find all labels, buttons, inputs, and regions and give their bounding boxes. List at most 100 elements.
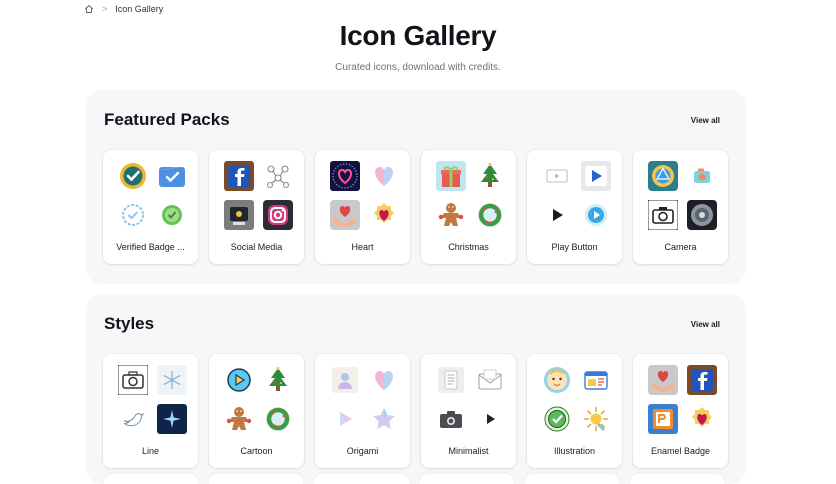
pack-grid: Verified Badge ... Social Media Heart Chris… <box>103 150 728 264</box>
card-edge <box>104 474 199 484</box>
pack-label: Illustration <box>553 446 596 456</box>
pack-thumbnails <box>433 158 507 232</box>
wreath-icon <box>260 401 295 436</box>
neon-heart-icon <box>327 158 362 193</box>
play-tile-icon <box>578 158 613 193</box>
pack-card[interactable]: Illustration <box>527 354 622 468</box>
gift-icon <box>433 158 468 193</box>
check-illus-icon <box>539 401 574 436</box>
webcam-icon <box>221 197 256 232</box>
pack-label: Cartoon <box>240 446 273 456</box>
styles-section: Styles View all Line Cartoon Origami Minima… <box>86 294 746 484</box>
camera-app-icon <box>684 158 719 193</box>
pack-label: Camera <box>664 242 697 252</box>
breadcrumb-current[interactable]: Icon Gallery <box>115 4 163 14</box>
christmas-tree-icon <box>260 362 295 397</box>
pack-card[interactable]: Origami <box>315 354 410 468</box>
pack-thumbnails <box>115 158 189 232</box>
card-edge <box>209 474 304 484</box>
hands-heart-icon <box>327 197 362 232</box>
camera-line-icon <box>115 362 150 397</box>
card-edge <box>314 474 409 484</box>
featured-packs-section: Featured Packs View all Verified Badge .… <box>86 90 746 284</box>
sparkle-icon <box>154 401 189 436</box>
star-origami-icon <box>366 401 401 436</box>
home-icon[interactable] <box>84 4 94 14</box>
facebook-icon <box>221 158 256 193</box>
verified-badge-icon <box>115 158 150 193</box>
gingerbread-icon <box>433 197 468 232</box>
pack-label: Social Media <box>230 242 283 252</box>
pastel-heart-icon <box>366 362 401 397</box>
view-all-link[interactable]: View all <box>691 320 720 329</box>
pack-thumbnails <box>433 362 507 436</box>
play-cartoon-icon <box>221 362 256 397</box>
page-subtitle: Curated icons, download with credits. <box>335 62 501 73</box>
pack-label: Origami <box>346 446 379 456</box>
pack-label: Verified Badge ... <box>116 242 185 252</box>
hands-heart-icon <box>645 362 680 397</box>
check-circle-icon <box>115 197 150 232</box>
play-origami-icon <box>327 401 362 436</box>
pack-label: Christmas <box>448 242 489 252</box>
heart-badge-icon <box>684 401 719 436</box>
presentation-icon <box>645 401 680 436</box>
pack-thumbnails <box>645 158 719 232</box>
document-icon <box>433 362 468 397</box>
breadcrumb: > Icon Gallery <box>84 4 163 14</box>
lens-icon <box>645 158 680 193</box>
section-title: Featured Packs <box>104 110 230 129</box>
christmas-tree-icon <box>472 158 507 193</box>
mail-icon <box>472 362 507 397</box>
shutter-icon <box>684 197 719 232</box>
pack-card[interactable]: Social Media <box>209 150 304 264</box>
camera-outline-icon <box>645 197 680 232</box>
pack-thumbnails <box>645 362 719 436</box>
pack-label: Minimalist <box>448 446 489 456</box>
pack-thumbnails <box>539 362 613 436</box>
check-badge-icon <box>154 197 189 232</box>
view-all-link[interactable]: View all <box>691 116 720 125</box>
pack-card[interactable]: Line <box>103 354 198 468</box>
pack-card[interactable]: Camera <box>633 150 728 264</box>
pack-card[interactable]: Verified Badge ... <box>103 150 198 264</box>
card-edge <box>629 474 725 484</box>
play-min-icon <box>472 401 507 436</box>
breadcrumb-separator: > <box>102 4 108 14</box>
pack-card[interactable]: Christmas <box>421 150 516 264</box>
facebook-icon <box>684 362 719 397</box>
pack-thumbnails <box>221 362 295 436</box>
window-icon <box>578 362 613 397</box>
pack-card[interactable]: Play Button <box>527 150 622 264</box>
pack-card[interactable]: Minimalist <box>421 354 516 468</box>
snowflake-icon <box>154 362 189 397</box>
pack-thumbnails <box>115 362 189 436</box>
play-icon <box>539 197 574 232</box>
pack-label: Play Button <box>551 242 598 252</box>
pack-card[interactable]: Cartoon <box>209 354 304 468</box>
pack-card[interactable]: Heart <box>315 150 410 264</box>
pack-thumbnails <box>327 362 401 436</box>
page-title: Icon Gallery <box>339 20 497 51</box>
sun-icon <box>578 401 613 436</box>
card-edge <box>524 474 619 484</box>
pack-card[interactable]: Enamel Badge <box>633 354 728 468</box>
pack-thumbnails <box>221 158 295 232</box>
heart-badge-icon <box>366 197 401 232</box>
pack-label: Heart <box>351 242 374 252</box>
pack-grid: Line Cartoon Origami Minimalist Illustration… <box>103 354 728 468</box>
instagram-icon <box>260 197 295 232</box>
pack-label: Enamel Badge <box>650 446 711 456</box>
video-play-icon <box>539 158 574 193</box>
camera-min-icon <box>433 401 468 436</box>
section-title: Styles <box>104 314 155 333</box>
pastel-heart-icon <box>366 158 401 193</box>
play-circle-icon <box>578 197 613 232</box>
bird-icon <box>115 401 150 436</box>
pack-thumbnails <box>539 158 613 232</box>
wreath-icon <box>472 197 507 232</box>
network-icon <box>260 158 295 193</box>
pack-thumbnails <box>327 158 401 232</box>
pack-label: Line <box>141 446 159 456</box>
baby-icon <box>539 362 574 397</box>
